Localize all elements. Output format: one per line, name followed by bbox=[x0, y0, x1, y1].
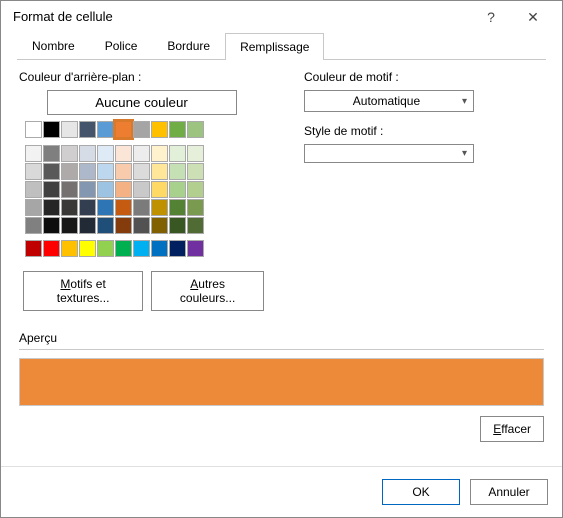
color-swatch[interactable] bbox=[115, 163, 132, 180]
bg-color-label: Couleur d'arrière-plan : bbox=[19, 70, 264, 84]
preview-swatch bbox=[19, 358, 544, 406]
color-swatch[interactable] bbox=[25, 199, 42, 216]
color-swatch[interactable] bbox=[187, 217, 204, 234]
tab-remplissage[interactable]: Remplissage bbox=[225, 33, 324, 60]
clear-button[interactable]: Effacer bbox=[480, 416, 544, 442]
color-swatch[interactable] bbox=[151, 163, 168, 180]
tint-grid bbox=[25, 145, 264, 234]
color-swatch[interactable] bbox=[169, 121, 186, 138]
color-swatch[interactable] bbox=[187, 145, 204, 162]
pattern-style-label: Style de motif : bbox=[304, 124, 544, 138]
chevron-down-icon: ▾ bbox=[462, 96, 467, 107]
tab-police[interactable]: Police bbox=[90, 32, 153, 59]
color-swatch[interactable] bbox=[115, 121, 132, 138]
color-swatch[interactable] bbox=[115, 199, 132, 216]
color-swatch[interactable] bbox=[97, 181, 114, 198]
color-swatch[interactable] bbox=[43, 181, 60, 198]
dialog-title: Format de cellule bbox=[13, 9, 470, 24]
color-swatch[interactable] bbox=[115, 181, 132, 198]
color-swatch[interactable] bbox=[79, 121, 96, 138]
tab-bordure[interactable]: Bordure bbox=[152, 32, 225, 59]
color-swatch[interactable] bbox=[115, 240, 132, 257]
chevron-down-icon: ▾ bbox=[462, 148, 467, 159]
more-colors-button[interactable]: Autres couleurs... bbox=[151, 271, 264, 311]
color-swatch[interactable] bbox=[79, 199, 96, 216]
color-swatch[interactable] bbox=[61, 163, 78, 180]
color-swatch[interactable] bbox=[25, 121, 42, 138]
color-swatch[interactable] bbox=[97, 163, 114, 180]
color-swatch[interactable] bbox=[115, 145, 132, 162]
color-swatch[interactable] bbox=[133, 145, 150, 162]
color-swatch[interactable] bbox=[43, 163, 60, 180]
tab-strip: Nombre Police Bordure Remplissage bbox=[1, 32, 562, 59]
pattern-color-label: Couleur de motif : bbox=[304, 70, 544, 84]
color-swatch[interactable] bbox=[187, 121, 204, 138]
theme-color-row bbox=[19, 121, 264, 138]
color-swatch[interactable] bbox=[133, 163, 150, 180]
color-swatch[interactable] bbox=[115, 217, 132, 234]
color-swatch[interactable] bbox=[187, 163, 204, 180]
color-swatch[interactable] bbox=[169, 240, 186, 257]
color-swatch[interactable] bbox=[133, 181, 150, 198]
color-swatch[interactable] bbox=[61, 145, 78, 162]
color-swatch[interactable] bbox=[61, 217, 78, 234]
color-swatch[interactable] bbox=[43, 121, 60, 138]
color-swatch[interactable] bbox=[25, 181, 42, 198]
color-swatch[interactable] bbox=[97, 199, 114, 216]
pattern-style-select[interactable]: ▾ bbox=[304, 144, 474, 163]
tab-content: Couleur d'arrière-plan : Aucune couleur … bbox=[1, 60, 562, 466]
no-color-button[interactable]: Aucune couleur bbox=[47, 90, 237, 115]
color-swatch[interactable] bbox=[151, 145, 168, 162]
color-swatch[interactable] bbox=[79, 163, 96, 180]
preview-label: Aperçu bbox=[19, 331, 544, 345]
color-swatch[interactable] bbox=[61, 240, 78, 257]
color-swatch[interactable] bbox=[43, 199, 60, 216]
color-swatch[interactable] bbox=[43, 145, 60, 162]
color-swatch[interactable] bbox=[169, 217, 186, 234]
fill-effects-button[interactable]: Motifs et textures... bbox=[23, 271, 143, 311]
color-swatch[interactable] bbox=[133, 199, 150, 216]
color-swatch[interactable] bbox=[43, 217, 60, 234]
color-swatch[interactable] bbox=[61, 199, 78, 216]
color-swatch[interactable] bbox=[133, 217, 150, 234]
color-swatch[interactable] bbox=[25, 240, 42, 257]
color-swatch[interactable] bbox=[97, 121, 114, 138]
ok-button[interactable]: OK bbox=[382, 479, 460, 505]
cancel-button[interactable]: Annuler bbox=[470, 479, 548, 505]
color-swatch[interactable] bbox=[79, 217, 96, 234]
color-swatch[interactable] bbox=[169, 163, 186, 180]
color-swatch[interactable] bbox=[61, 121, 78, 138]
dialog-footer: OK Annuler bbox=[1, 466, 562, 517]
color-swatch[interactable] bbox=[133, 121, 150, 138]
color-swatch[interactable] bbox=[25, 163, 42, 180]
color-swatch[interactable] bbox=[79, 145, 96, 162]
color-swatch[interactable] bbox=[43, 240, 60, 257]
color-swatch[interactable] bbox=[187, 240, 204, 257]
color-swatch[interactable] bbox=[97, 145, 114, 162]
color-swatch[interactable] bbox=[97, 240, 114, 257]
color-swatch[interactable] bbox=[133, 240, 150, 257]
color-swatch[interactable] bbox=[25, 145, 42, 162]
standard-color-row bbox=[19, 240, 264, 257]
color-swatch[interactable] bbox=[151, 240, 168, 257]
color-swatch[interactable] bbox=[79, 181, 96, 198]
color-swatch[interactable] bbox=[151, 121, 168, 138]
title-bar: Format de cellule ? ✕ bbox=[1, 1, 562, 32]
pattern-color-select[interactable]: Automatique ▾ bbox=[304, 90, 474, 112]
color-swatch[interactable] bbox=[151, 181, 168, 198]
color-swatch[interactable] bbox=[169, 181, 186, 198]
color-swatch[interactable] bbox=[151, 199, 168, 216]
color-swatch[interactable] bbox=[187, 181, 204, 198]
tab-nombre[interactable]: Nombre bbox=[17, 32, 90, 59]
color-swatch[interactable] bbox=[61, 181, 78, 198]
help-button[interactable]: ? bbox=[470, 10, 512, 24]
close-button[interactable]: ✕ bbox=[512, 10, 554, 24]
color-swatch[interactable] bbox=[169, 145, 186, 162]
color-swatch[interactable] bbox=[25, 217, 42, 234]
color-swatch[interactable] bbox=[79, 240, 96, 257]
color-swatch[interactable] bbox=[97, 217, 114, 234]
color-swatch[interactable] bbox=[151, 217, 168, 234]
color-swatch[interactable] bbox=[169, 199, 186, 216]
color-swatch[interactable] bbox=[187, 199, 204, 216]
